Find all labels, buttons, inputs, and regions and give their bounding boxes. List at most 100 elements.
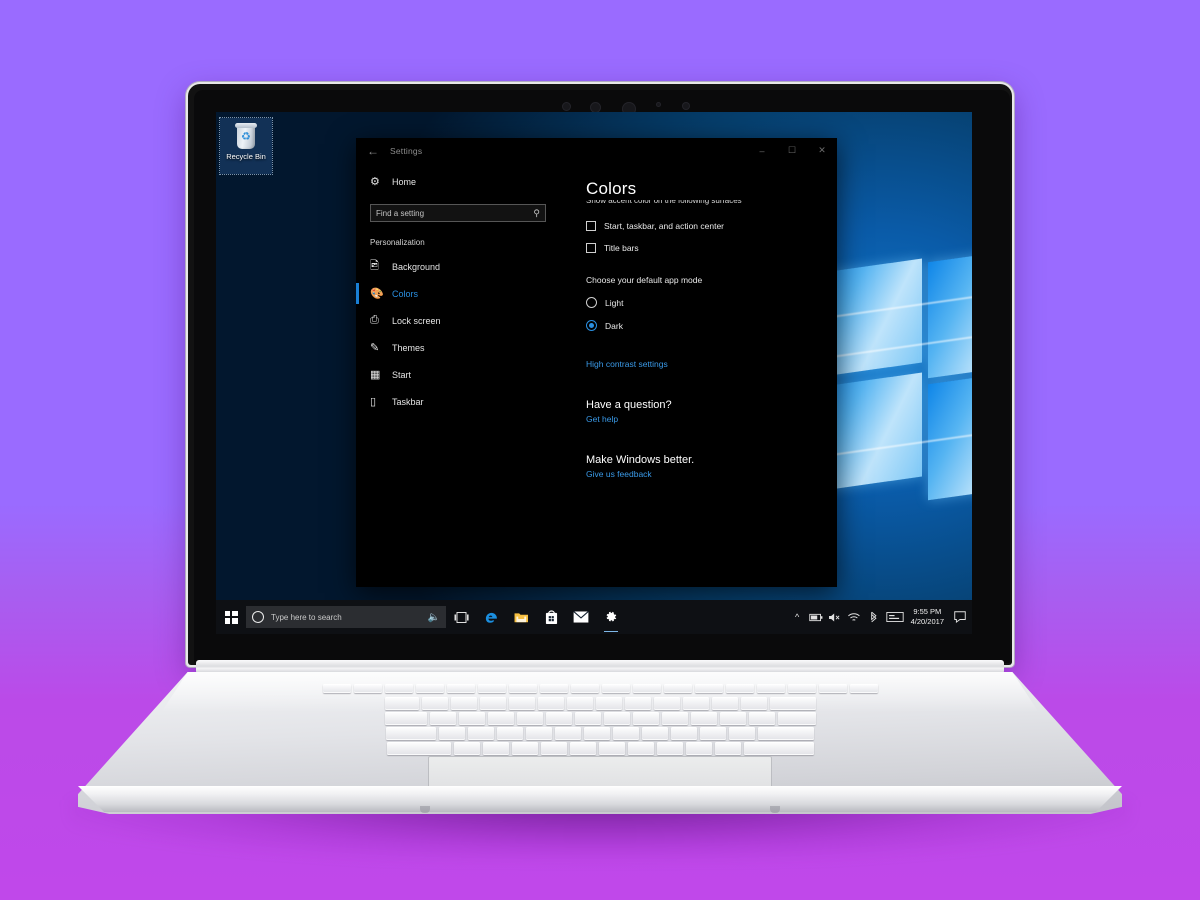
volume-muted-icon[interactable] bbox=[826, 600, 845, 634]
close-button[interactable]: ✕ bbox=[807, 138, 837, 163]
have-a-question-heading: Have a question? bbox=[586, 399, 672, 411]
start-button[interactable] bbox=[216, 600, 246, 634]
sidebar-item-background[interactable]: 🖻 Background bbox=[356, 253, 560, 280]
sidebar-item-themes[interactable]: ✎ Themes bbox=[356, 334, 560, 361]
keyboard-key bbox=[624, 697, 651, 710]
keyboard-key bbox=[682, 697, 709, 710]
sidebar-item-label: Lock screen bbox=[392, 315, 441, 326]
maximize-button[interactable]: ☐ bbox=[777, 138, 807, 163]
sensor-icon-4 bbox=[656, 102, 661, 107]
keyboard-key bbox=[487, 712, 514, 725]
get-help-link[interactable]: Get help bbox=[586, 414, 837, 424]
radio-dark-mode[interactable]: Dark bbox=[586, 320, 837, 331]
microphone-icon[interactable]: 🔈 bbox=[428, 612, 440, 623]
input-indicator-icon[interactable] bbox=[883, 600, 907, 634]
window-title: Settings bbox=[390, 145, 423, 156]
keyboard-key bbox=[642, 727, 668, 740]
keyboard-key bbox=[384, 697, 419, 710]
checkbox-title-bars[interactable]: Title bars bbox=[586, 243, 837, 253]
file-explorer-icon bbox=[514, 612, 528, 622]
keyboard-key bbox=[516, 712, 543, 725]
sidebar-item-home[interactable]: ⚙ Home bbox=[356, 168, 560, 195]
laptop-device: ♻ Recycle Bin ← Settings – ☐ ✕ ⚙ Home Fi… bbox=[0, 0, 1200, 900]
checkbox-label: Start, taskbar, and action center bbox=[604, 221, 725, 231]
task-view-icon bbox=[454, 611, 469, 623]
taskbar-clock[interactable]: 9:55 PM 4/20/2017 bbox=[907, 607, 950, 627]
cortana-circle-icon bbox=[252, 611, 264, 623]
keyboard-key bbox=[818, 684, 847, 693]
search-icon: ⚲ bbox=[533, 207, 540, 218]
keyboard-key bbox=[479, 697, 506, 710]
taskbar-app-microsoft-store[interactable] bbox=[536, 600, 566, 634]
task-view-button[interactable] bbox=[446, 600, 476, 634]
give-us-feedback-link[interactable]: Give us feedback bbox=[586, 469, 837, 479]
keyboard-key bbox=[598, 742, 625, 755]
keyboard-key bbox=[694, 684, 723, 693]
page-title: Colors bbox=[586, 179, 637, 198]
desktop-icon-recycle-bin[interactable]: ♻ Recycle Bin bbox=[219, 117, 273, 175]
sidebar-item-start[interactable]: ▦ Start bbox=[356, 361, 560, 388]
taskbar-icon: ▯ bbox=[370, 396, 377, 408]
keyboard-key bbox=[595, 697, 622, 710]
sidebar-item-taskbar[interactable]: ▯ Taskbar bbox=[356, 388, 560, 415]
clock-time: 9:55 PM bbox=[913, 607, 942, 616]
taskbar-app-mail[interactable] bbox=[566, 600, 596, 634]
keyboard-key bbox=[511, 742, 538, 755]
keyboard-key bbox=[743, 742, 814, 755]
keyboard-key bbox=[661, 712, 688, 725]
sidebar-item-label: Colors bbox=[392, 288, 419, 299]
keyboard-key bbox=[429, 712, 456, 725]
action-center-button[interactable] bbox=[950, 600, 970, 634]
sidebar-item-lock-screen[interactable]: ⎙ Lock screen bbox=[356, 307, 560, 334]
make-windows-better-heading: Make Windows better. bbox=[586, 454, 695, 466]
themes-icon: ✎ bbox=[370, 342, 380, 354]
show-hidden-icons-icon[interactable]: ^ bbox=[788, 600, 807, 634]
checkbox-input[interactable] bbox=[586, 243, 596, 253]
keyboard-key bbox=[663, 684, 692, 693]
sidebar-item-label: Home bbox=[392, 176, 417, 187]
keyboard-key bbox=[700, 727, 726, 740]
keyboard-key bbox=[540, 742, 567, 755]
keyboard-key bbox=[787, 684, 816, 693]
keyboard-key bbox=[526, 727, 552, 740]
palette-icon: 🎨 bbox=[370, 288, 384, 300]
taskbar-app-settings[interactable] bbox=[596, 600, 626, 634]
taskbar-app-file-explorer[interactable] bbox=[506, 600, 536, 634]
keyboard-key bbox=[729, 727, 755, 740]
keyboard-key bbox=[555, 727, 581, 740]
radio-input[interactable] bbox=[586, 297, 597, 308]
keyboard-key bbox=[570, 684, 599, 693]
keyboard-key bbox=[714, 742, 741, 755]
keyboard-key bbox=[725, 684, 754, 693]
sidebar-item-colors[interactable]: 🎨 Colors bbox=[356, 280, 560, 307]
minimize-button[interactable]: – bbox=[747, 138, 777, 163]
keyboard-key bbox=[777, 712, 816, 725]
checkbox-start-taskbar-action-center[interactable]: Start, taskbar, and action center bbox=[586, 221, 837, 231]
bluetooth-pen-icon[interactable] bbox=[864, 600, 883, 634]
laptop-base-front bbox=[78, 786, 1122, 812]
high-contrast-settings-link[interactable]: High contrast settings bbox=[586, 359, 837, 369]
logo-pane-top-right bbox=[928, 245, 972, 379]
sidebar-item-label: Background bbox=[392, 261, 441, 272]
window-title-bar[interactable]: ← Settings – ☐ ✕ bbox=[356, 138, 837, 163]
lock-screen-icon: ⎙ bbox=[370, 314, 379, 326]
sensor-icon-1 bbox=[562, 102, 571, 111]
radio-label: Dark bbox=[605, 320, 623, 331]
keyboard-key bbox=[756, 684, 785, 693]
keyboard-key bbox=[386, 727, 436, 740]
radio-light-mode[interactable]: Light bbox=[586, 297, 837, 308]
taskbar-search-box[interactable]: Type here to search 🔈 bbox=[246, 606, 446, 628]
wifi-icon[interactable] bbox=[845, 600, 864, 634]
radio-input-selected[interactable] bbox=[586, 320, 597, 331]
keyboard-key bbox=[384, 712, 427, 725]
back-arrow-icon[interactable]: ← bbox=[356, 138, 390, 163]
keyboard-key bbox=[719, 712, 746, 725]
battery-icon[interactable] bbox=[807, 600, 826, 634]
search-input[interactable]: Find a setting ⚲ bbox=[370, 204, 546, 222]
checkbox-input[interactable] bbox=[586, 221, 596, 231]
keyboard-key bbox=[690, 712, 717, 725]
desktop-icon-label: Recycle Bin bbox=[226, 152, 266, 161]
edge-icon bbox=[485, 612, 497, 623]
taskbar-app-edge[interactable] bbox=[476, 600, 506, 634]
app-mode-heading: Choose your default app mode bbox=[586, 275, 703, 285]
